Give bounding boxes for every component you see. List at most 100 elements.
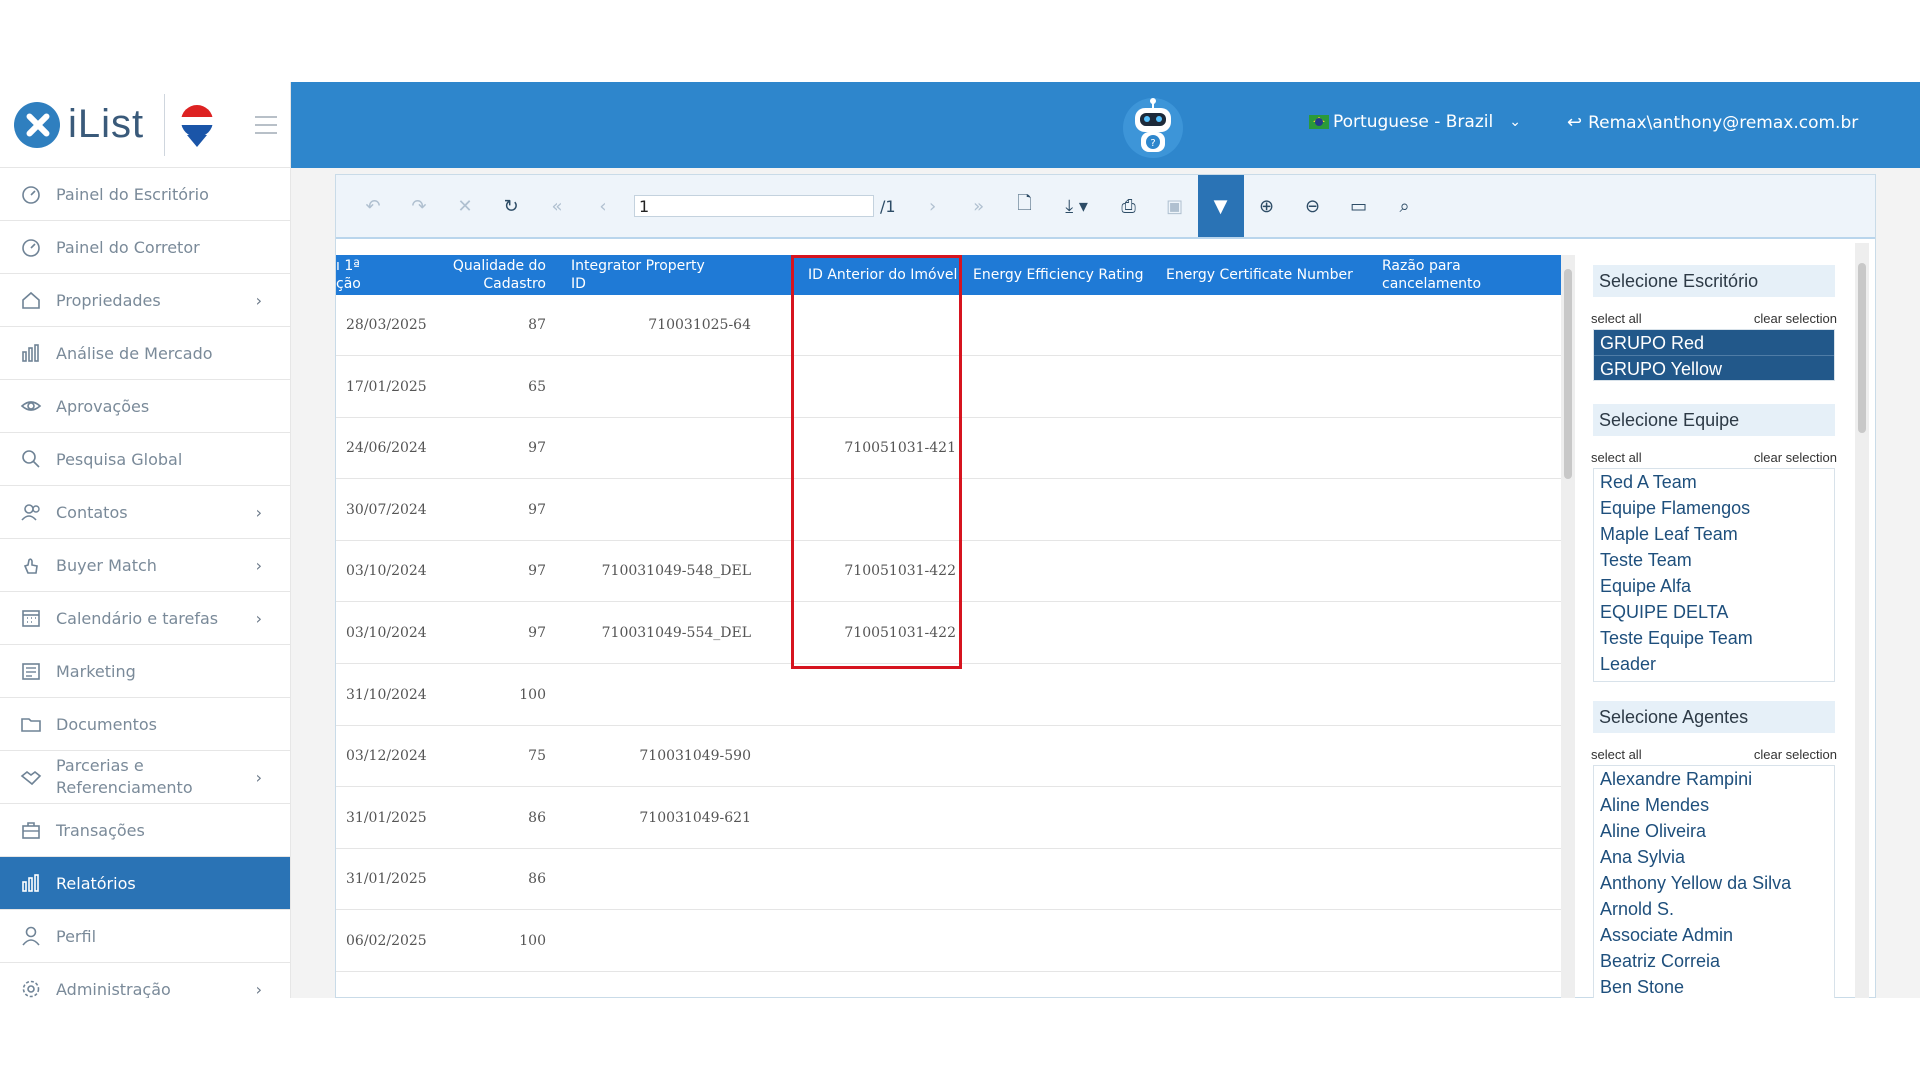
clear-selection-link[interactable]: clear selection bbox=[1754, 311, 1837, 326]
agentes-option[interactable]: Anthony Yellow da Silva bbox=[1594, 870, 1834, 896]
sidebar-item-5[interactable]: Pesquisa Global bbox=[0, 433, 290, 486]
table-cell bbox=[776, 480, 956, 541]
table-row: 30/07/2024 97 bbox=[336, 480, 1561, 541]
table-cell bbox=[776, 665, 956, 726]
sidebar-item-9[interactable]: Marketing bbox=[0, 645, 290, 698]
language-selector[interactable]: Portuguese - Brazil ⌄ bbox=[1309, 112, 1521, 132]
agentes-option[interactable]: Arnold S. bbox=[1594, 896, 1834, 922]
download-icon[interactable]: ⤓ ▾ bbox=[1048, 175, 1106, 237]
user-account[interactable]: ↩ Remax\anthony@remax.com.br bbox=[1567, 112, 1858, 133]
clear-selection-link[interactable]: clear selection bbox=[1754, 747, 1837, 762]
equipe-option[interactable]: Red A Team bbox=[1594, 469, 1834, 495]
sidebar-item-2[interactable]: Propriedades › bbox=[0, 274, 290, 327]
zoom-in-icon[interactable]: ⊕ bbox=[1244, 175, 1290, 237]
table-cell bbox=[566, 849, 751, 910]
sidebar-item-15[interactable]: Administração › bbox=[0, 963, 290, 998]
agentes-option[interactable]: Beatriz Correia bbox=[1594, 948, 1834, 974]
clear-selection-link[interactable]: clear selection bbox=[1754, 450, 1837, 465]
report-toolbar: ↶ ↷ ✕ ↻ « ‹ /1 › » 🗋 ⤓ ▾ ⎙ ▣ ▼ ⊕ ⊖ ▭ ⌕ bbox=[336, 175, 1875, 239]
sidebar-item-7[interactable]: Buyer Match › bbox=[0, 539, 290, 592]
next-page-icon[interactable]: › bbox=[910, 175, 956, 237]
column-header-1[interactable]: Qualidade do Cadastro bbox=[426, 255, 546, 295]
sidebar-item-0[interactable]: Painel do Escritório bbox=[0, 168, 290, 221]
select-all-link[interactable]: select all bbox=[1591, 311, 1642, 326]
sidebar-item-8[interactable]: Calendário e tarefas › bbox=[0, 592, 290, 645]
sidebar-item-label: Buyer Match bbox=[56, 555, 157, 575]
equipe-option[interactable]: EQUIPE DELTA bbox=[1594, 599, 1834, 625]
table-cell bbox=[776, 788, 956, 849]
first-page-icon[interactable]: « bbox=[534, 175, 580, 237]
sidebar-item-label: Documentos bbox=[56, 714, 158, 734]
briefcase-icon bbox=[20, 819, 42, 841]
sidebar-item-6[interactable]: Contatos › bbox=[0, 486, 290, 539]
filter-scrollbar[interactable] bbox=[1855, 243, 1869, 998]
filter-title-agentes: Selecione Agentes bbox=[1593, 701, 1835, 733]
sidebar-item-label: Aprovações bbox=[56, 396, 150, 416]
report-scrollbar[interactable] bbox=[1561, 255, 1575, 998]
search-icon[interactable]: ⌕ bbox=[1382, 175, 1428, 237]
agentes-option[interactable]: Aline Mendes bbox=[1594, 792, 1834, 818]
last-page-icon[interactable]: » bbox=[956, 175, 1002, 237]
table-cell: 97 bbox=[528, 440, 546, 457]
gauge-icon bbox=[20, 183, 42, 205]
agentes-option[interactable]: Ben Stone bbox=[1594, 974, 1834, 998]
column-header-2[interactable]: Integrator Property ID bbox=[571, 255, 721, 295]
table-row: 17/01/2025 65 bbox=[336, 357, 1561, 418]
escritorio-option[interactable]: GRUPO Red bbox=[1594, 330, 1834, 356]
equipe-option[interactable]: Equipe Flamengos bbox=[1594, 495, 1834, 521]
equipe-option[interactable]: Maple Leaf Team bbox=[1594, 521, 1834, 547]
column-header-3[interactable]: ID Anterior do Imóvel bbox=[808, 255, 968, 295]
table-row: 31/01/2025 86 bbox=[336, 849, 1561, 911]
column-header-5[interactable]: Energy Certificate Number bbox=[1166, 255, 1366, 295]
sidebar-item-12[interactable]: Transações bbox=[0, 804, 290, 857]
refresh-icon[interactable]: ↻ bbox=[488, 175, 534, 237]
equipe-option[interactable]: Teste Equipe Team bbox=[1594, 625, 1834, 651]
sidebar-item-14[interactable]: Perfil bbox=[0, 910, 290, 963]
page-number-input[interactable] bbox=[634, 195, 874, 217]
sidebar-item-1[interactable]: Painel do Corretor bbox=[0, 221, 290, 274]
agentes-option[interactable]: Ana Sylvia bbox=[1594, 844, 1834, 870]
table-cell: 710031049-590 bbox=[639, 748, 751, 765]
sidebar-item-4[interactable]: Aprovações bbox=[0, 380, 290, 433]
cancel-icon[interactable]: ✕ bbox=[442, 175, 488, 237]
save-icon[interactable]: ▣ bbox=[1152, 175, 1198, 237]
agentes-option[interactable]: Associate Admin bbox=[1594, 922, 1834, 948]
filter-links-escritorio: select all clear selection bbox=[1591, 311, 1837, 326]
sidebar: iList Painel do Escritório Painel do Corr… bbox=[0, 82, 291, 998]
table-row: 03/12/2024 75 710031049-590 bbox=[336, 726, 1561, 788]
sidebar-item-label: Contatos bbox=[56, 502, 128, 522]
table-cell: 65 bbox=[528, 378, 546, 395]
zoom-out-icon[interactable]: ⊖ bbox=[1290, 175, 1336, 237]
sidebar-item-3[interactable]: Análise de Mercado bbox=[0, 327, 290, 380]
column-header-0[interactable]: ı 1ª ção bbox=[336, 255, 396, 295]
chevron-right-icon: › bbox=[255, 980, 262, 998]
document-icon[interactable]: 🗋 bbox=[1002, 175, 1048, 237]
hamburger-menu-icon[interactable] bbox=[255, 115, 278, 134]
sidebar-item-label: Relatórios bbox=[56, 873, 136, 893]
sidebar-item-13[interactable]: Relatórios bbox=[0, 857, 290, 910]
previous-page-icon[interactable]: ‹ bbox=[580, 175, 626, 237]
select-all-link[interactable]: select all bbox=[1591, 747, 1642, 762]
equipe-option[interactable]: Equipe Alfa bbox=[1594, 573, 1834, 599]
brand-name: iList bbox=[68, 102, 145, 146]
column-header-6[interactable]: Razão para cancelamento bbox=[1382, 255, 1542, 295]
agentes-option[interactable]: Alexandre Rampini bbox=[1594, 766, 1834, 792]
sidebar-item-11[interactable]: Parcerias e Referenciamento › bbox=[0, 751, 290, 804]
select-all-link[interactable]: select all bbox=[1591, 450, 1642, 465]
print-icon[interactable]: ⎙ bbox=[1106, 175, 1152, 237]
redo-icon[interactable]: ↷ bbox=[396, 175, 442, 237]
agentes-option[interactable]: Aline Oliveira bbox=[1594, 818, 1834, 844]
language-label: Portuguese - Brazil bbox=[1333, 112, 1494, 132]
chevron-right-icon: › bbox=[255, 768, 262, 787]
table-row: 06/02/2025 100 bbox=[336, 911, 1561, 972]
equipe-option[interactable]: Leader bbox=[1594, 651, 1834, 677]
filter-icon[interactable]: ▼ bbox=[1197, 175, 1244, 237]
presentation-icon[interactable]: ▭ bbox=[1336, 175, 1382, 237]
sidebar-item-10[interactable]: Documentos bbox=[0, 698, 290, 751]
column-header-4[interactable]: Energy Efficiency Rating bbox=[973, 255, 1153, 295]
robot-assistant-icon[interactable]: ? bbox=[1121, 94, 1185, 158]
undo-icon[interactable]: ↶ bbox=[350, 175, 396, 237]
equipe-option[interactable]: Teste Team bbox=[1594, 547, 1834, 573]
chevron-right-icon: › bbox=[255, 609, 262, 628]
escritorio-option[interactable]: GRUPO Yellow bbox=[1594, 356, 1834, 380]
